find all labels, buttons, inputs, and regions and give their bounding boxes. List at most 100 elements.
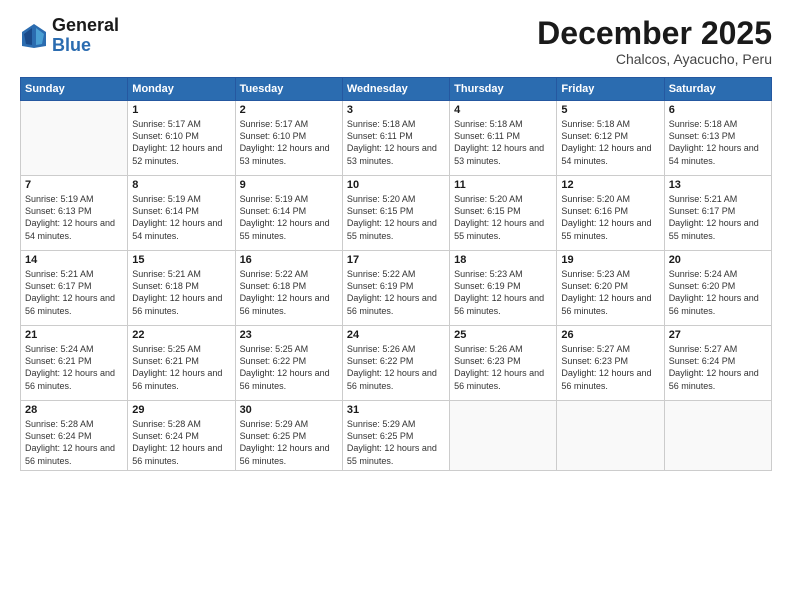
day-info: Sunrise: 5:18 AM Sunset: 6:13 PM Dayligh…: [669, 118, 767, 167]
title-block: December 2025 Chalcos, Ayacucho, Peru: [537, 16, 772, 67]
day-info: Sunrise: 5:24 AM Sunset: 6:21 PM Dayligh…: [25, 343, 123, 392]
day-number: 23: [240, 329, 338, 341]
table-row: 24 Sunrise: 5:26 AM Sunset: 6:22 PM Dayli…: [342, 326, 449, 401]
day-number: 25: [454, 329, 552, 341]
table-row: [557, 401, 664, 471]
day-info: Sunrise: 5:29 AM Sunset: 6:25 PM Dayligh…: [347, 418, 445, 467]
table-row: 9 Sunrise: 5:19 AM Sunset: 6:14 PM Daylig…: [235, 176, 342, 251]
table-row: 6 Sunrise: 5:18 AM Sunset: 6:13 PM Daylig…: [664, 101, 771, 176]
day-info: Sunrise: 5:17 AM Sunset: 6:10 PM Dayligh…: [132, 118, 230, 167]
month-title: December 2025: [537, 16, 772, 51]
table-row: 7 Sunrise: 5:19 AM Sunset: 6:13 PM Daylig…: [21, 176, 128, 251]
day-info: Sunrise: 5:25 AM Sunset: 6:22 PM Dayligh…: [240, 343, 338, 392]
day-info: Sunrise: 5:22 AM Sunset: 6:19 PM Dayligh…: [347, 268, 445, 317]
table-row: [664, 401, 771, 471]
table-row: [450, 401, 557, 471]
day-info: Sunrise: 5:18 AM Sunset: 6:11 PM Dayligh…: [347, 118, 445, 167]
table-row: 31 Sunrise: 5:29 AM Sunset: 6:25 PM Dayli…: [342, 401, 449, 471]
table-row: 18Sunrise: 5:23 AM Sunset: 6:19 PM Dayli…: [450, 251, 557, 326]
logo-icon: [20, 22, 48, 50]
day-info: Sunrise: 5:20 AM Sunset: 6:16 PM Dayligh…: [561, 193, 659, 242]
day-number: 19: [561, 254, 659, 266]
table-row: 19 Sunrise: 5:23 AM Sunset: 6:20 PM Dayli…: [557, 251, 664, 326]
day-number: 28: [25, 404, 123, 416]
table-row: 28 Sunrise: 5:28 AM Sunset: 6:24 PM Dayli…: [21, 401, 128, 471]
table-row: 23 Sunrise: 5:25 AM Sunset: 6:22 PM Dayli…: [235, 326, 342, 401]
day-info: Sunrise: 5:21 AM Sunset: 6:17 PM Dayligh…: [25, 268, 123, 317]
day-info: Sunrise: 5:18 AM Sunset: 6:12 PM Dayligh…: [561, 118, 659, 167]
table-row: 22 Sunrise: 5:25 AM Sunset: 6:21 PM Dayli…: [128, 326, 235, 401]
table-row: 1 Sunrise: 5:17 AM Sunset: 6:10 PM Daylig…: [128, 101, 235, 176]
logo-line1: General: [52, 16, 119, 36]
day-info: Sunrise: 5:19 AM Sunset: 6:13 PM Dayligh…: [25, 193, 123, 242]
col-tuesday: Tuesday: [235, 78, 342, 101]
day-number: 11: [454, 179, 552, 191]
day-number: 5: [561, 104, 659, 116]
day-number: 20: [669, 254, 767, 266]
col-monday: Monday: [128, 78, 235, 101]
day-number: 12: [561, 179, 659, 191]
table-row: [21, 101, 128, 176]
header: General Blue December 2025 Chalcos, Ayac…: [20, 16, 772, 67]
day-info: Sunrise: 5:22 AM Sunset: 6:18 PM Dayligh…: [240, 268, 338, 317]
table-row: 30 Sunrise: 5:29 AM Sunset: 6:25 PM Dayli…: [235, 401, 342, 471]
table-row: 12 Sunrise: 5:20 AM Sunset: 6:16 PM Dayli…: [557, 176, 664, 251]
day-info: Sunrise: 5:25 AM Sunset: 6:21 PM Dayligh…: [132, 343, 230, 392]
day-number: 16: [240, 254, 338, 266]
day-info: Sunrise: 5:20 AM Sunset: 6:15 PM Dayligh…: [347, 193, 445, 242]
day-info: Sunrise: 5:26 AM Sunset: 6:22 PM Dayligh…: [347, 343, 445, 392]
day-info: Sunrise: 5:18 AM Sunset: 6:11 PM Dayligh…: [454, 118, 552, 167]
day-number: 30: [240, 404, 338, 416]
col-sunday: Sunday: [21, 78, 128, 101]
table-row: 16 Sunrise: 5:22 AM Sunset: 6:18 PM Dayli…: [235, 251, 342, 326]
day-info: Sunrise: 5:27 AM Sunset: 6:24 PM Dayligh…: [669, 343, 767, 392]
day-number: 10: [347, 179, 445, 191]
calendar-header-row: Sunday Monday Tuesday Wednesday Thursday…: [21, 78, 772, 101]
col-friday: Friday: [557, 78, 664, 101]
location-subtitle: Chalcos, Ayacucho, Peru: [537, 51, 772, 67]
day-info: Sunrise: 5:23 AM Sunset: 6:20 PM Dayligh…: [561, 268, 659, 317]
table-row: 20 Sunrise: 5:24 AM Sunset: 6:20 PM Dayli…: [664, 251, 771, 326]
day-info: Sunrise: 5:21 AM Sunset: 6:17 PM Dayligh…: [669, 193, 767, 242]
col-thursday: Thursday: [450, 78, 557, 101]
day-number: 15: [132, 254, 230, 266]
day-info: Sunrise: 5:24 AM Sunset: 6:20 PM Dayligh…: [669, 268, 767, 317]
day-number: 22: [132, 329, 230, 341]
day-number: 17: [347, 254, 445, 266]
day-number: 27: [669, 329, 767, 341]
day-number: 24: [347, 329, 445, 341]
logo-line2: Blue: [52, 36, 119, 56]
day-info: Sunrise: 5:20 AM Sunset: 6:15 PM Dayligh…: [454, 193, 552, 242]
day-number: 4: [454, 104, 552, 116]
table-row: 14 Sunrise: 5:21 AM Sunset: 6:17 PM Dayli…: [21, 251, 128, 326]
table-row: 3 Sunrise: 5:18 AM Sunset: 6:11 PM Daylig…: [342, 101, 449, 176]
day-info: Sunrise: 5:19 AM Sunset: 6:14 PM Dayligh…: [240, 193, 338, 242]
day-info: Sunrise: 5:27 AM Sunset: 6:23 PM Dayligh…: [561, 343, 659, 392]
logo: General Blue: [20, 16, 119, 56]
day-number: 7: [25, 179, 123, 191]
day-number: 13: [669, 179, 767, 191]
table-row: 17 Sunrise: 5:22 AM Sunset: 6:19 PM Dayli…: [342, 251, 449, 326]
day-number: 14: [25, 254, 123, 266]
table-row: 29Sunrise: 5:28 AM Sunset: 6:24 PM Dayli…: [128, 401, 235, 471]
table-row: 27 Sunrise: 5:27 AM Sunset: 6:24 PM Dayli…: [664, 326, 771, 401]
day-number: 1: [132, 104, 230, 116]
day-info: Sunrise: 5:19 AM Sunset: 6:14 PM Dayligh…: [132, 193, 230, 242]
day-number: 21: [25, 329, 123, 341]
day-number: 31: [347, 404, 445, 416]
table-row: 2Sunrise: 5:17 AM Sunset: 6:10 PM Daylig…: [235, 101, 342, 176]
day-number: 18: [454, 254, 552, 266]
day-number: 9: [240, 179, 338, 191]
day-number: 29: [132, 404, 230, 416]
table-row: 4 Sunrise: 5:18 AM Sunset: 6:11 PM Daylig…: [450, 101, 557, 176]
table-row: 13 Sunrise: 5:21 AM Sunset: 6:17 PM Dayli…: [664, 176, 771, 251]
day-number: 8: [132, 179, 230, 191]
day-info: Sunrise: 5:28 AM Sunset: 6:24 PM Dayligh…: [25, 418, 123, 467]
day-number: 6: [669, 104, 767, 116]
calendar-table: Sunday Monday Tuesday Wednesday Thursday…: [20, 77, 772, 471]
table-row: 5 Sunrise: 5:18 AM Sunset: 6:12 PM Daylig…: [557, 101, 664, 176]
table-row: 15Sunrise: 5:21 AM Sunset: 6:18 PM Dayli…: [128, 251, 235, 326]
day-info: Sunrise: 5:26 AM Sunset: 6:23 PM Dayligh…: [454, 343, 552, 392]
day-number: 3: [347, 104, 445, 116]
day-info: Sunrise: 5:29 AM Sunset: 6:25 PM Dayligh…: [240, 418, 338, 467]
